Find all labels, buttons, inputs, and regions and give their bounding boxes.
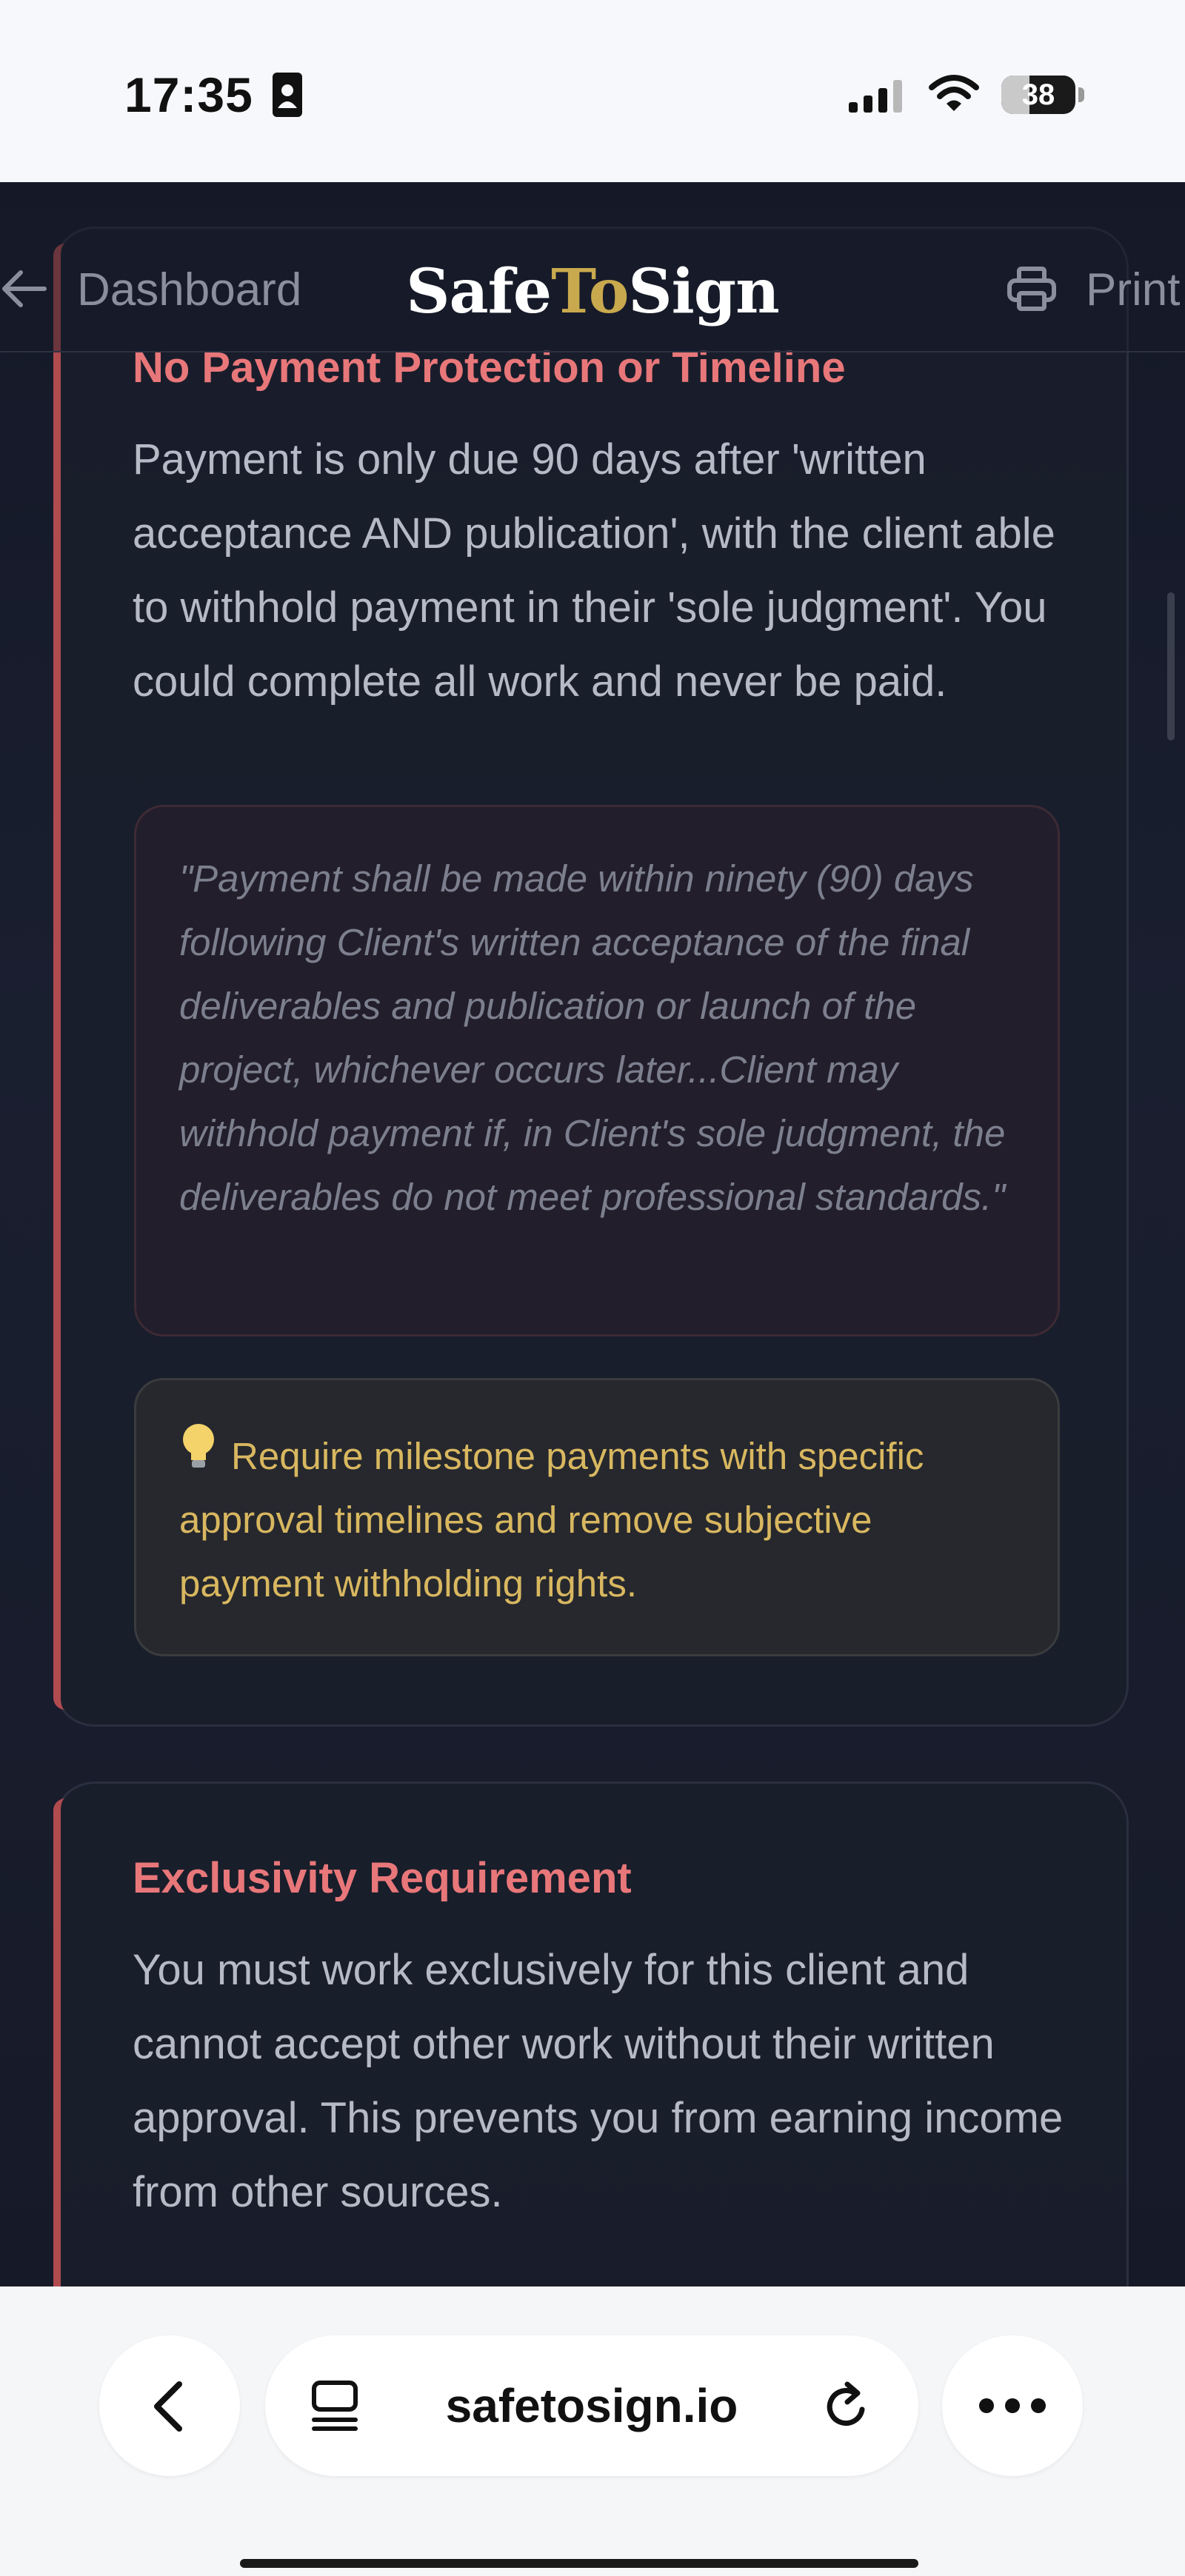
browser-back-button[interactable] <box>99 2335 240 2476</box>
recommendation-tip: Require milestone payments with specific… <box>134 1378 1060 1656</box>
logo-text-sign: Sign <box>628 256 779 327</box>
printer-icon <box>1007 267 1056 311</box>
logo-text-safe: Safe <box>406 256 552 327</box>
status-time: 17:35 <box>124 67 253 122</box>
cellular-signal-icon <box>849 80 902 113</box>
person-id-icon <box>273 73 302 117</box>
issue-description: You must work exclusively for this clien… <box>133 1946 1064 2216</box>
lightbulb-icon <box>179 1422 224 1488</box>
issue-title: Exclusivity Requirement <box>133 1854 632 1902</box>
more-options-button[interactable] <box>942 2335 1083 2476</box>
severity-accent-bar <box>53 244 65 1710</box>
battery-level: 38 <box>1021 78 1055 111</box>
page-viewport[interactable]: No Payment Protection or Timeline Paymen… <box>0 182 1185 2286</box>
issue-card: No Payment Protection or Timeline Paymen… <box>53 227 1129 1727</box>
scrollbar-thumb[interactable] <box>1167 592 1175 740</box>
app-header: Dashboard SafeToSign Print <box>0 182 1185 352</box>
issue-card: Exclusivity Requirement You must work ex… <box>53 1782 1129 2286</box>
logo-text-to: To <box>551 256 629 327</box>
reload-icon[interactable] <box>821 2380 872 2433</box>
chevron-left-icon <box>154 2381 182 2432</box>
wifi-icon <box>929 75 979 111</box>
issue-description: Payment is only due 90 days after 'writt… <box>133 435 1055 706</box>
severity-accent-bar <box>53 1799 65 2286</box>
browser-toolbar: safetosign.io <box>0 2286 1185 2576</box>
battery-nub <box>1078 87 1084 102</box>
ellipsis-icon <box>979 2398 1046 2413</box>
battery-indicator: 38 <box>1001 76 1075 114</box>
print-label: Print <box>1086 264 1181 315</box>
address-bar[interactable]: safetosign.io <box>265 2335 918 2476</box>
contract-quote: "Payment shall be made within ninety (90… <box>134 805 1060 1336</box>
home-indicator <box>240 2559 918 2568</box>
status-bar: 17:35 38 <box>0 0 1185 182</box>
recommendation-text: Require milestone payments with specific… <box>179 1435 924 1605</box>
